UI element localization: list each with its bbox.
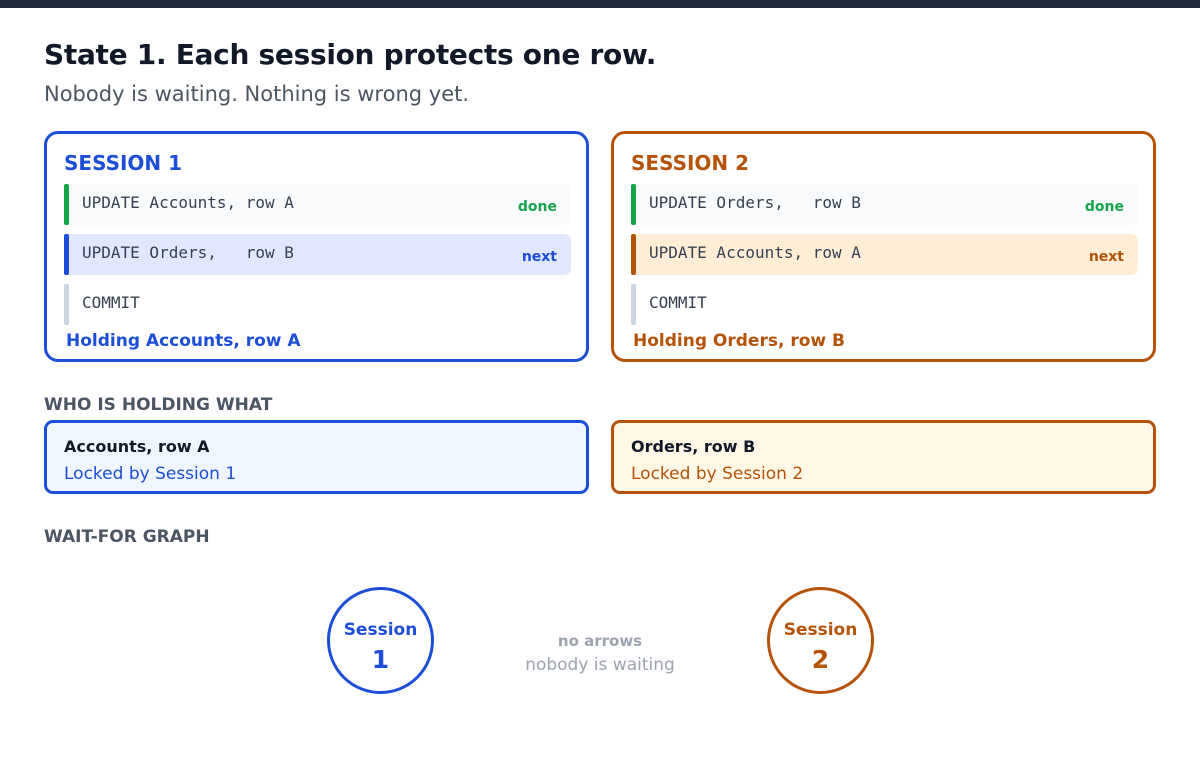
statement-row: UPDATE Accounts, row A done	[64, 184, 571, 225]
top-bar	[0, 0, 1200, 8]
statement-sql: UPDATE Orders, row B	[82, 243, 294, 262]
session-2-title: SESSION 2	[631, 151, 750, 175]
statement-row: COMMIT	[631, 284, 1138, 325]
session-2-card: SESSION 2 UPDATE Orders, row B done UPDA…	[611, 131, 1156, 362]
status-tag: next	[1088, 249, 1124, 265]
status-tag: done	[517, 199, 557, 215]
lock-owner: Locked by Session 2	[631, 464, 804, 484]
status-bar	[631, 234, 636, 275]
graph-note-main: no arrows	[557, 632, 643, 650]
session-1-card: SESSION 1 UPDATE Accounts, row A done UP…	[44, 131, 589, 362]
status-tag: done	[1084, 199, 1124, 215]
lock-owner: Locked by Session 1	[64, 464, 237, 484]
statement-sql: UPDATE Orders, row B	[649, 193, 861, 212]
statement-sql: UPDATE Accounts, row A	[82, 193, 294, 212]
status-bar	[64, 284, 69, 325]
lock-row-name: Orders, row B	[631, 437, 756, 456]
node-label: Session	[343, 620, 418, 640]
status-bar	[64, 184, 69, 225]
status-bar	[64, 234, 69, 275]
holding-section-label: WHO IS HOLDING WHAT	[44, 395, 273, 415]
statement-sql: UPDATE Accounts, row A	[649, 243, 861, 262]
lock-card-orders: Orders, row B Locked by Session 2	[611, 420, 1156, 494]
status-bar	[631, 184, 636, 225]
statement-row: UPDATE Orders, row B next	[64, 234, 571, 275]
graph-node-session-1: Session 1	[327, 587, 434, 694]
status-tag: next	[521, 249, 557, 265]
page-title: State 1. Each session protects one row.	[44, 38, 657, 71]
statement-row: UPDATE Accounts, row A next	[631, 234, 1138, 275]
statement-row: UPDATE Orders, row B done	[631, 184, 1138, 225]
statement-sql: COMMIT	[82, 293, 140, 312]
graph-section-label: WAIT-FOR GRAPH	[44, 527, 210, 547]
session-1-holding: Holding Accounts, row A	[66, 331, 301, 351]
lock-card-accounts: Accounts, row A Locked by Session 1	[44, 420, 589, 494]
graph-note-sub: nobody is waiting	[525, 655, 675, 675]
graph-node-session-2: Session 2	[767, 587, 874, 694]
statement-row: COMMIT	[64, 284, 571, 325]
node-label: Session	[783, 620, 858, 640]
node-number: 1	[371, 645, 390, 674]
status-bar	[631, 284, 636, 325]
page-subtitle: Nobody is waiting. Nothing is wrong yet.	[44, 82, 470, 106]
lock-row-name: Accounts, row A	[64, 437, 210, 456]
session-1-title: SESSION 1	[64, 151, 183, 175]
node-number: 2	[811, 645, 830, 674]
session-2-holding: Holding Orders, row B	[633, 331, 845, 351]
statement-sql: COMMIT	[649, 293, 707, 312]
